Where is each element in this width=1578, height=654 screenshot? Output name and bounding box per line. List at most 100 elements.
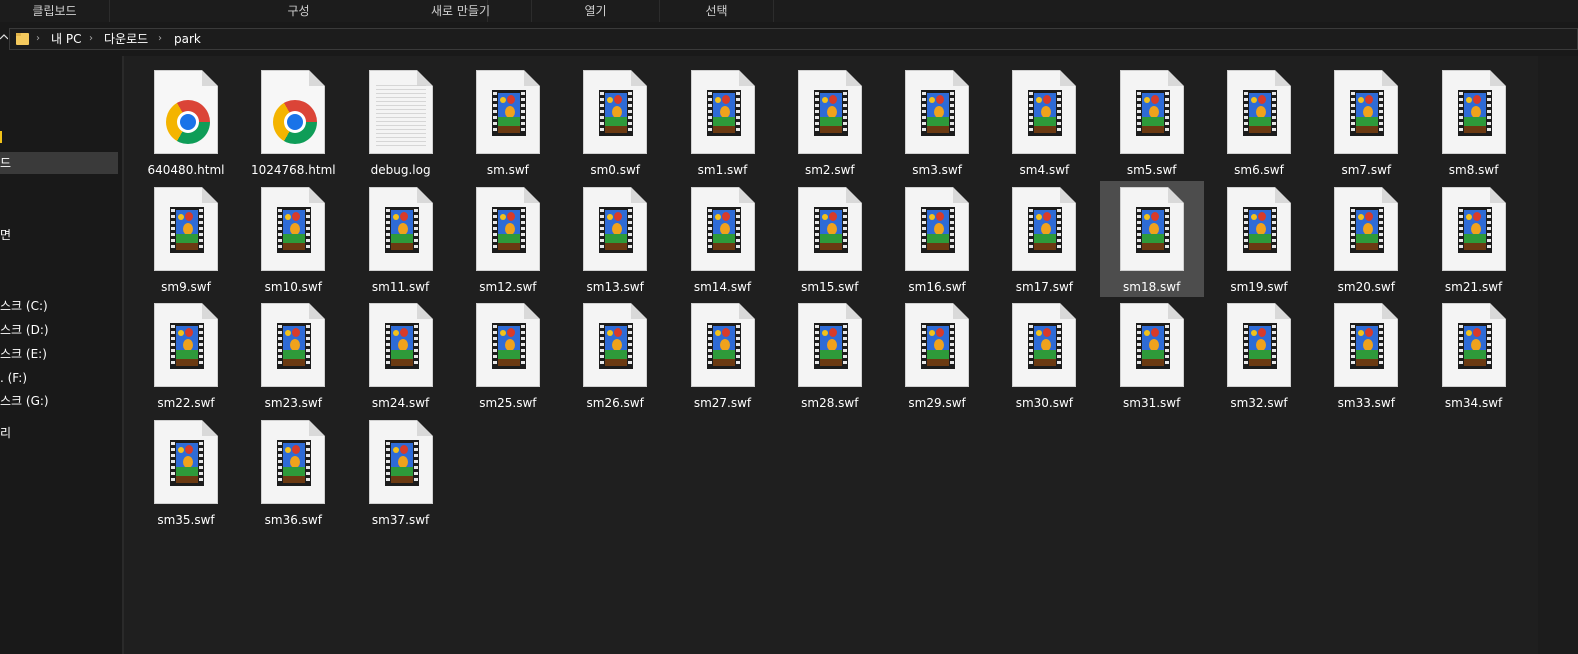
file-item[interactable]: sm21.swf — [1422, 181, 1526, 297]
file-item[interactable]: sm1.swf — [671, 64, 775, 180]
file-item[interactable]: sm6.swf — [1207, 64, 1311, 180]
file-item[interactable]: sm24.swf — [349, 297, 453, 413]
file-item[interactable]: sm29.swf — [885, 297, 989, 413]
file-item[interactable]: sm9.swf — [134, 181, 238, 297]
file-item[interactable]: sm26.swf — [563, 297, 667, 413]
chevron-right-icon[interactable]: › — [36, 32, 40, 46]
chevron-right-icon[interactable]: › — [158, 32, 162, 46]
film-strip-icon — [1457, 206, 1492, 253]
chevron-right-icon[interactable]: › — [89, 32, 93, 46]
film-strip-icon — [1350, 323, 1385, 369]
file-item[interactable]: sm11.swf — [349, 181, 453, 297]
film-holes — [171, 441, 175, 484]
swf-file-icon — [475, 70, 540, 154]
address-bar[interactable]: › 내 PC › 다운로드 › park — [9, 28, 1578, 50]
file-item[interactable]: debug.log — [349, 64, 453, 180]
file-item[interactable]: sm0.swf — [563, 64, 667, 180]
file-item[interactable]: sm28.swf — [778, 297, 882, 413]
picture-b2 — [292, 328, 301, 337]
breadcrumb-downloads[interactable]: 다운로드 — [104, 32, 148, 46]
breadcrumb-park[interactable]: park — [174, 32, 201, 46]
picture-b2 — [614, 211, 623, 221]
nav-item-drive-d[interactable]: 스크 (D:) — [0, 319, 49, 341]
file-item[interactable]: sm37.swf — [349, 414, 453, 530]
file-item[interactable]: 640480.html — [134, 64, 238, 180]
film-strip-icon — [491, 90, 526, 136]
picture-b2 — [1472, 211, 1481, 221]
page-fold — [953, 303, 970, 319]
file-item[interactable]: sm2.swf — [778, 64, 882, 180]
file-item[interactable]: sm18.swf — [1099, 180, 1204, 297]
picture-b2 — [936, 328, 945, 337]
file-item[interactable]: sm.swf — [456, 64, 560, 180]
file-item[interactable]: sm30.swf — [992, 297, 1096, 413]
file-item[interactable]: sm31.swf — [1100, 297, 1204, 413]
picture-b2 — [721, 328, 730, 337]
picture-earth — [497, 359, 520, 366]
file-item[interactable]: sm12.swf — [456, 181, 560, 297]
nav-item-drive-c[interactable]: 스크 (C:) — [0, 295, 48, 317]
file-item[interactable]: sm13.swf — [563, 181, 667, 297]
film-holes — [1379, 92, 1384, 134]
picture-b1 — [1465, 97, 1472, 103]
file-item[interactable]: sm8.swf — [1422, 64, 1526, 180]
picture-b2 — [828, 95, 837, 104]
nav-item-drive-e[interactable]: 스크 (E:) — [0, 343, 47, 365]
up-arrow-icon[interactable] — [0, 30, 9, 46]
file-item[interactable]: sm34.swf — [1422, 297, 1526, 413]
file-item[interactable]: sm17.swf — [992, 181, 1096, 297]
picture-b2 — [506, 328, 515, 337]
nav-quick-access-star[interactable] — [0, 128, 4, 150]
picture-b1 — [1143, 330, 1150, 336]
file-item[interactable]: sm20.swf — [1314, 181, 1418, 297]
file-item[interactable]: sm33.swf — [1314, 297, 1418, 413]
file-item[interactable]: sm14.swf — [671, 181, 775, 297]
picture-b1 — [285, 446, 292, 453]
file-name: sm37.swf — [371, 512, 430, 527]
picture-b1 — [607, 330, 614, 336]
file-item[interactable]: sm36.swf — [241, 414, 345, 530]
file-item[interactable]: sm3.swf — [885, 64, 989, 180]
balloon-picture — [390, 442, 413, 483]
file-item[interactable]: sm32.swf — [1207, 297, 1311, 413]
file-item[interactable]: sm10.swf — [241, 181, 345, 297]
swf-file-icon — [368, 303, 433, 387]
picture-earth — [283, 359, 306, 366]
file-item[interactable]: sm27.swf — [671, 297, 775, 413]
nav-item-network[interactable]: 리 — [0, 422, 11, 444]
file-item[interactable]: sm35.swf — [134, 414, 238, 530]
film-strip-icon — [1135, 90, 1170, 136]
film-holes — [1272, 208, 1276, 251]
balloon-picture — [1463, 93, 1486, 133]
balloon-picture — [390, 326, 413, 366]
film-holes — [1136, 208, 1141, 251]
vertical-scrollbar[interactable] — [1538, 56, 1578, 654]
nav-item-drive-g[interactable]: 스크 (G:) — [0, 390, 49, 412]
nav-item-downloads[interactable]: 드 — [0, 152, 118, 174]
picture-earth — [927, 242, 950, 250]
film-holes — [628, 325, 633, 367]
file-item[interactable]: sm15.swf — [778, 181, 882, 297]
picture-b1 — [1143, 213, 1150, 220]
film-strip-icon — [813, 206, 848, 253]
balloon-picture — [927, 93, 950, 133]
file-item[interactable]: 1024768.html — [241, 64, 345, 180]
film-holes — [707, 325, 712, 367]
picture-b1 — [1251, 213, 1257, 220]
file-name: sm26.swf — [586, 396, 644, 410]
file-item[interactable]: sm23.swf — [241, 297, 345, 413]
breadcrumb-this-pc[interactable]: 내 PC — [51, 32, 81, 46]
nav-item-desktop[interactable]: 면 — [0, 224, 11, 246]
file-item[interactable]: sm4.swf — [992, 64, 1096, 180]
file-item[interactable]: sm7.swf — [1314, 64, 1418, 180]
film-strip-icon — [491, 206, 526, 253]
file-item[interactable]: sm22.swf — [134, 297, 238, 413]
file-item[interactable]: sm25.swf — [456, 297, 560, 413]
file-item[interactable]: sm5.swf — [1100, 64, 1204, 180]
nav-item-drive-f[interactable]: . (F:) — [0, 367, 27, 389]
file-item[interactable]: sm19.swf — [1207, 181, 1311, 297]
page-fold — [309, 70, 326, 86]
file-item[interactable]: sm16.swf — [885, 181, 989, 297]
film-strip-icon — [170, 323, 204, 369]
picture-b1 — [499, 213, 506, 220]
